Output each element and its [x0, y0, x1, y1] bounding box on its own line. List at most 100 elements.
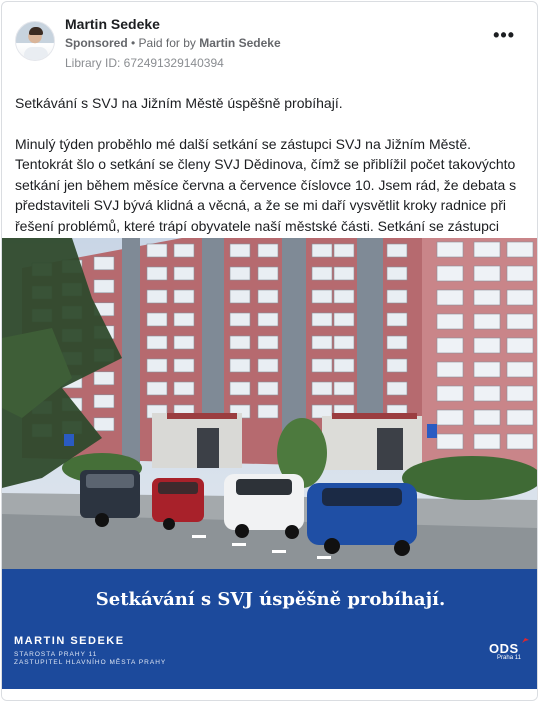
- building-window: [386, 312, 408, 327]
- building-window: [257, 358, 279, 373]
- building-window: [436, 313, 464, 330]
- building-window: [333, 289, 355, 304]
- building-window: [173, 358, 195, 373]
- building-window: [146, 289, 168, 304]
- building-window: [506, 433, 534, 450]
- building-window: [386, 243, 408, 258]
- building-window: [311, 266, 333, 281]
- building-window: [146, 381, 168, 396]
- building-window: [506, 313, 534, 330]
- ad-banner[interactable]: Setkávání s SVJ úspěšně probíhají. MARTI…: [2, 569, 537, 689]
- building-window: [257, 335, 279, 350]
- banner-role-mayor: STAROSTA PRAHY 11: [14, 651, 98, 658]
- more-options-icon[interactable]: •••: [493, 26, 515, 44]
- building-window: [436, 385, 464, 402]
- post-header: Martin Sedeke Sponsored • Paid for by Ma…: [2, 2, 537, 82]
- building-window: [473, 337, 501, 354]
- building-window: [229, 312, 251, 327]
- building-window: [229, 381, 251, 396]
- building-window: [311, 312, 333, 327]
- building-window: [146, 243, 168, 258]
- building-window: [311, 381, 333, 396]
- paid-for-name[interactable]: Martin Sedeke: [199, 36, 280, 50]
- building-window: [436, 289, 464, 306]
- building-window: [436, 337, 464, 354]
- building-window: [473, 385, 501, 402]
- avatar-shirt: [24, 47, 48, 60]
- post-text: Setkávání s SVJ na Jižním Městě úspěšně …: [15, 93, 530, 257]
- building-window: [257, 381, 279, 396]
- sponsored-label: Sponsored: [65, 36, 128, 50]
- building-window: [311, 358, 333, 373]
- post-photo[interactable]: [2, 238, 537, 569]
- building-window: [473, 241, 501, 258]
- building-window: [473, 361, 501, 378]
- building-window: [146, 335, 168, 350]
- building-window: [333, 312, 355, 327]
- building-window: [506, 241, 534, 258]
- building-window: [386, 381, 408, 396]
- building-window: [257, 404, 279, 419]
- post-footer: [2, 689, 537, 700]
- building-window: [506, 337, 534, 354]
- author-name[interactable]: Martin Sedeke: [65, 16, 160, 32]
- author-avatar[interactable]: [15, 21, 55, 61]
- building-window: [333, 358, 355, 373]
- building-window: [146, 312, 168, 327]
- building-window: [173, 312, 195, 327]
- building-window: [436, 241, 464, 258]
- ods-logo: ODS Praha 11: [489, 638, 529, 671]
- building-window: [311, 289, 333, 304]
- building-window: [506, 289, 534, 306]
- banner-role-councillor: ZASTUPITEL HLAVNÍHO MĚSTA PRAHY: [14, 659, 167, 666]
- building-window: [386, 335, 408, 350]
- building-window: [257, 266, 279, 281]
- building-window: [473, 289, 501, 306]
- building-window: [311, 243, 333, 258]
- building-window: [146, 358, 168, 373]
- building-window: [333, 266, 355, 281]
- building-window: [93, 371, 115, 386]
- building-window: [436, 433, 464, 450]
- building-window: [257, 312, 279, 327]
- building-window: [93, 417, 115, 432]
- paid-for-prefix: • Paid for by: [127, 36, 200, 50]
- building-window: [473, 409, 501, 426]
- ods-bird-icon: [522, 638, 529, 643]
- building-window: [229, 243, 251, 258]
- building-window: [93, 279, 115, 294]
- building-window: [229, 289, 251, 304]
- ad-post-card: Martin Sedeke Sponsored • Paid for by Ma…: [1, 1, 538, 701]
- building-window: [386, 266, 408, 281]
- building-window: [311, 335, 333, 350]
- building-window: [146, 266, 168, 281]
- building-window: [93, 394, 115, 409]
- banner-candidate-name: MARTIN SEDEKE: [14, 635, 125, 647]
- building-window: [173, 289, 195, 304]
- building-window: [333, 243, 355, 258]
- building-window: [173, 266, 195, 281]
- building-window: [436, 409, 464, 426]
- post-title-line: Setkávání s SVJ na Jižním Městě úspěšně …: [15, 95, 343, 111]
- building-window: [257, 289, 279, 304]
- building-window: [93, 256, 115, 271]
- building-window: [229, 358, 251, 373]
- building-window: [506, 409, 534, 426]
- building-window: [173, 243, 195, 258]
- building-window: [436, 361, 464, 378]
- avatar-hair: [29, 27, 43, 35]
- building-window: [229, 266, 251, 281]
- building-window: [257, 243, 279, 258]
- building-window: [436, 265, 464, 282]
- building-window: [386, 358, 408, 373]
- banner-title: Setkávání s SVJ úspěšně probíhají.: [95, 589, 446, 610]
- building-window: [173, 381, 195, 396]
- building-window: [473, 265, 501, 282]
- building-window: [506, 265, 534, 282]
- building-window: [506, 361, 534, 378]
- library-id: Library ID: 672491329140394: [65, 56, 224, 70]
- building-window: [473, 433, 501, 450]
- building-window: [333, 335, 355, 350]
- building-window: [506, 385, 534, 402]
- sponsored-line: Sponsored • Paid for by Martin Sedeke: [65, 36, 281, 50]
